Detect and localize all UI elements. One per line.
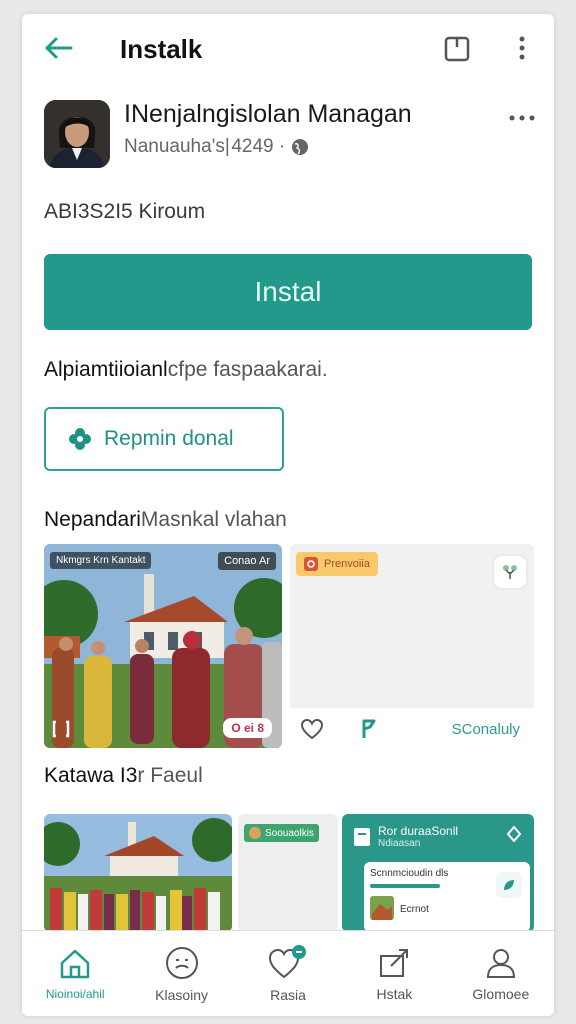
secondary-outline-button[interactable]: Repmin donal [44,407,284,471]
section-one-soft: Masnkal vlahan [140,508,287,531]
expand-icon [52,720,70,738]
overflow-menu-button[interactable] [508,32,536,64]
document-icon [354,827,370,846]
nav-label-category: Klasoiny [155,986,209,1003]
gallery-card-1[interactable] [44,814,232,932]
description-soft: cfpe faspaakarai. [167,358,328,381]
promo-label: Prenvoiia [324,558,370,570]
more-horizontal-icon [509,115,535,121]
settings-icon [506,826,522,842]
section-two-soft: r Faeul [137,764,203,787]
arrow-left-icon [45,37,73,59]
back-button[interactable] [40,32,76,64]
app-subtitle: Nanuauha's| 4249 · [124,136,286,157]
nav-label-profile: Glomoee [472,985,530,1002]
nav-item-category[interactable]: Klasoiny [128,931,234,1016]
secondary-button-label: Repmin donal [104,427,234,450]
section-title-gallery: Katawa I3r Faeul [44,764,203,788]
description-strong: Alpiamtiioianl [44,358,168,381]
promo-badge-icon [304,557,318,571]
gallery-card3-title: Ror duraaSonll [378,824,459,838]
gallery-progress-bar [370,884,440,888]
gallery-tag: Soouaolkis [244,824,319,842]
nav-item-profile[interactable]: Glomoee [448,931,554,1016]
top-app-bar: Instalk [22,14,554,82]
globe-icon [292,139,309,155]
nav-item-favorites[interactable]: Rasia [235,931,341,1016]
gallery-card-2[interactable]: Soouaolkis [238,814,338,932]
screenshot-link[interactable]: SConaluly [452,721,520,738]
app-name: INenjalngislolan Managan [124,100,412,128]
heart-icon[interactable] [300,718,324,740]
description-line: Alpiamtiioianlcfpe faspaakarai. [44,358,328,382]
app-screen: Instalk INenjalngislolan Managan Nanuauh… [22,14,554,1016]
page-title: Instalk [120,34,203,64]
sprout-icon [503,565,517,579]
bookmark-button[interactable] [442,34,472,64]
app-developer-line: Nanuauha's| 4249 · [124,136,309,158]
map-thumb-icon [370,896,394,920]
nav-item-home[interactable]: Nioinoi/ahil [22,931,128,1016]
home-icon [60,949,90,978]
gallery-card3-sub: Ndiaasan [378,838,421,849]
gallery-tag-label: Soouaolkis [265,827,314,839]
user-icon [486,948,515,978]
section-title-screenshots: NepandariMasnkal vlahan [44,508,287,532]
gallery-card3-badge [496,872,522,898]
developer-portrait-icon [44,100,110,168]
gear-flower-icon [69,428,91,450]
more-vertical-icon [519,36,525,60]
bookmark-square-icon [444,36,470,62]
app-more-button[interactable] [506,108,538,128]
sprout-icon-box [494,556,526,588]
avatar-icon [249,827,261,839]
crowd-photo [44,814,232,932]
screenshot-card-2[interactable]: Prenvoiia SConaluly [290,544,534,748]
promo-tag: Prenvoiia [296,552,378,576]
face-icon [165,946,198,979]
rating-line: ABI3S2I5 Kiroum [44,200,206,223]
section-one-strong: Nepandari [44,508,141,531]
heart-badge-icon [269,944,307,978]
screenshot-card-1[interactable]: Nkmgrs Krn Kantakt Conao Ar O ei 8 [44,544,282,748]
gallery-card3-panel: Scnnmcioudin dls Ecrnot [364,862,530,932]
leaf-icon [504,880,514,890]
screenshot-caption: Nkmgrs Krn Kantakt [50,552,152,569]
gallery-card-3[interactable]: Ror duraaSonll Ndiaasan Scnnmcioudin dls… [342,814,534,932]
screenshot-tag: Conao Ar [218,552,276,570]
section-two-strong: Katawa I3 [44,764,138,787]
gallery-card3-header: Ror duraaSonll Ndiaasan [354,824,458,849]
screenshot-badge: O ei 8 [223,718,272,738]
nav-label-share: Hstak [376,985,413,1002]
gallery-card3-row1: Scnnmcioudin dls [370,868,449,879]
share-box-icon [380,948,409,977]
bottom-navigation: Nioinoi/ahil Klasoiny Rasia Hstak Glomoe… [22,930,554,1016]
install-button[interactable]: Instal [44,254,532,330]
gallery-card3-row2: Ecrnot [400,904,429,915]
flag-icon[interactable] [360,718,380,740]
nav-label-favorites: Rasia [270,986,306,1003]
nav-item-share[interactable]: Hstak [341,931,447,1016]
nav-label-home: Nioinoi/ahil [45,986,105,1001]
app-icon [44,100,110,168]
